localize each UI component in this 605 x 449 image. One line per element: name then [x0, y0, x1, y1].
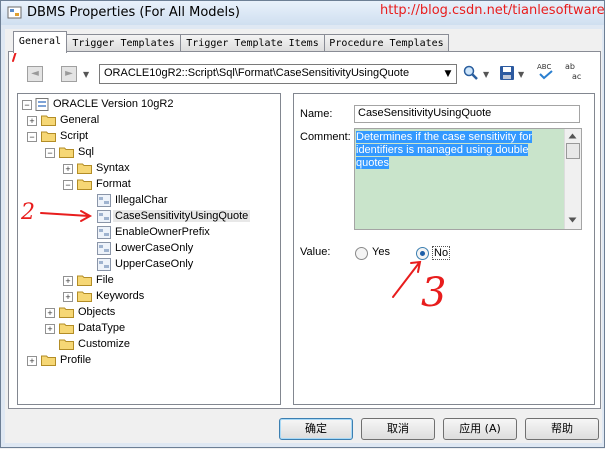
- annotation-number-2: 2: [20, 200, 35, 225]
- tab-general[interactable]: General: [13, 31, 67, 53]
- annotation-arrow-2: [40, 210, 93, 222]
- annotation-overlay: 1 2 3: [12, 29, 446, 316]
- annotation-number-3: 3: [421, 270, 446, 316]
- annotation-arrow-3: [392, 260, 422, 298]
- dbms-properties-window: DBMS Properties (For All Models) http://…: [0, 0, 605, 448]
